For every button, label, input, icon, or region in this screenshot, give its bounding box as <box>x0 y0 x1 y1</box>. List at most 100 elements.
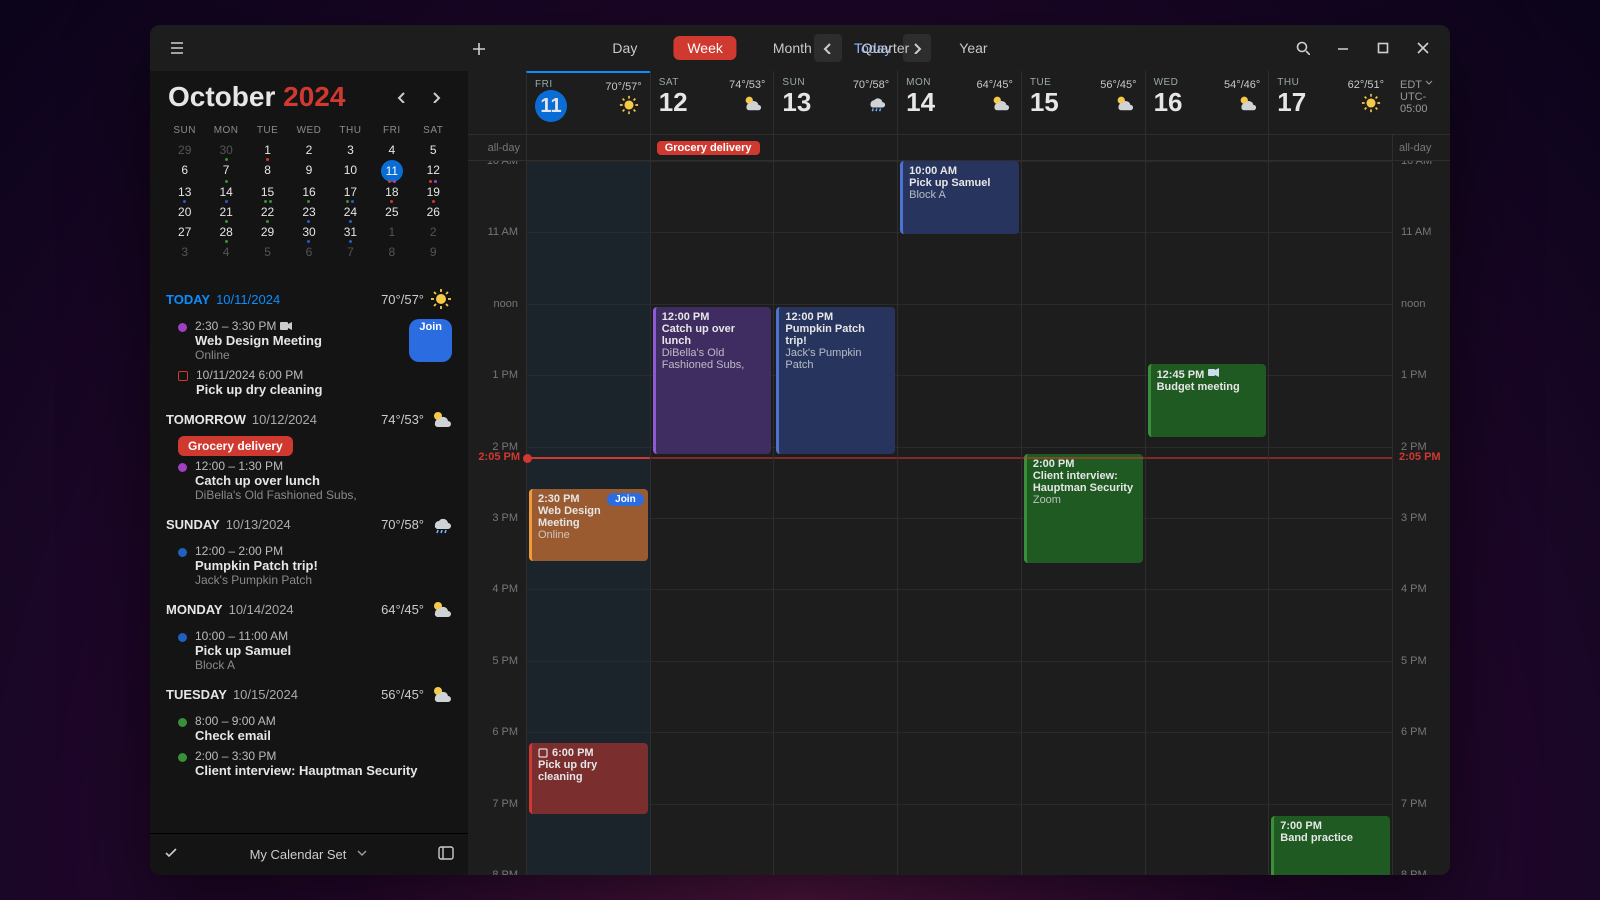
agenda-day-header: TODAY10/11/2024 70°/57° <box>166 288 452 310</box>
minical-day[interactable]: 7 <box>205 160 246 182</box>
day-column[interactable]: 12:45 PM Budget meeting <box>1145 161 1269 875</box>
minical-day[interactable]: 23 <box>288 202 329 222</box>
minical-day[interactable]: 8 <box>247 160 288 182</box>
minical-day[interactable]: 10 <box>330 160 371 182</box>
event-dot-icon <box>178 633 187 642</box>
search-button[interactable] <box>1284 30 1322 66</box>
minical-day[interactable]: 5 <box>247 242 288 262</box>
day-column[interactable]: 7:00 PM Band practice <box>1268 161 1392 875</box>
time-grid[interactable]: 10 AM11 AMnoon1 PM2 PM3 PM4 PM5 PM6 PM7 … <box>468 161 1450 875</box>
calendar-event[interactable]: 2:30 PM Join Web Design MeetingOnline <box>529 489 648 560</box>
agenda-item[interactable]: 10:00 – 11:00 AM Pick up SamuelBlock A <box>166 626 452 675</box>
calendar-event[interactable]: 12:00 PM Pumpkin Patch trip!Jack's Pumpk… <box>776 307 895 453</box>
minical-day[interactable]: 5 <box>413 140 454 160</box>
minical-day[interactable]: 19 <box>413 182 454 202</box>
minical-day[interactable]: 7 <box>330 242 371 262</box>
day-column[interactable]: 10:00 AM Pick up SamuelBlock A <box>897 161 1021 875</box>
day-header[interactable]: TUE 15 56°/45° <box>1021 71 1145 134</box>
mini-calendar[interactable]: SUNMONTUEWEDTHUFRISAT2930123456789101112… <box>150 119 468 274</box>
calendar-set-bar[interactable]: My Calendar Set <box>150 833 468 875</box>
day-column[interactable]: 12:00 PM Pumpkin Patch trip!Jack's Pumpk… <box>773 161 897 875</box>
menu-button[interactable] <box>158 30 196 66</box>
minical-day[interactable]: 6 <box>288 242 329 262</box>
minical-day[interactable]: 8 <box>371 242 412 262</box>
day-header[interactable]: SUN 13 70°/58° <box>773 71 897 134</box>
day-header[interactable]: FRI 11 70°/57° <box>526 71 650 134</box>
minical-day[interactable]: 4 <box>205 242 246 262</box>
view-year[interactable]: Year <box>945 36 1001 60</box>
minical-day[interactable]: 22 <box>247 202 288 222</box>
minical-day[interactable]: 18 <box>371 182 412 202</box>
agenda-item[interactable]: 2:30 – 3:30 PM Web Design MeetingOnlineJ… <box>166 316 452 365</box>
minimize-button[interactable] <box>1324 30 1362 66</box>
timezone-label[interactable]: EDT UTC-05:00 <box>1392 71 1450 134</box>
minical-day[interactable]: 28 <box>205 222 246 242</box>
task-checkbox-icon[interactable] <box>178 371 188 381</box>
calendar-event[interactable]: 6:00 PM Pick up dry cleaning <box>529 743 648 814</box>
agenda-item[interactable]: 2:00 – 3:30 PM Client interview: Hauptma… <box>166 746 452 781</box>
event-dot-icon <box>178 323 187 332</box>
calendar-event[interactable]: 12:45 PM Budget meeting <box>1148 364 1267 437</box>
minical-day[interactable]: 13 <box>164 182 205 202</box>
agenda-item[interactable]: 8:00 – 9:00 AM Check email <box>166 711 452 746</box>
join-button[interactable]: Join <box>409 319 452 362</box>
day-column[interactable]: 2:00 PM Client interview: Hauptman Secur… <box>1021 161 1145 875</box>
minical-day[interactable]: 14 <box>205 182 246 202</box>
view-day[interactable]: Day <box>598 36 651 60</box>
minical-day[interactable]: 4 <box>371 140 412 160</box>
maximize-button[interactable] <box>1364 30 1402 66</box>
minical-day[interactable]: 3 <box>330 140 371 160</box>
calendar-event[interactable]: 7:00 PM Band practice <box>1271 816 1390 875</box>
minical-day[interactable]: 11 <box>381 160 403 182</box>
now-indicator <box>1269 457 1392 459</box>
minical-day[interactable]: 16 <box>288 182 329 202</box>
minical-day[interactable]: 9 <box>288 160 329 182</box>
agenda-list[interactable]: TODAY10/11/2024 70°/57° 2:30 – 3:30 PM We… <box>150 274 468 833</box>
minical-day[interactable]: 12 <box>413 160 454 182</box>
minical-day[interactable]: 21 <box>205 202 246 222</box>
minical-day[interactable]: 1 <box>371 222 412 242</box>
minical-day[interactable]: 30 <box>288 222 329 242</box>
minical-day[interactable]: 3 <box>164 242 205 262</box>
minical-day[interactable]: 15 <box>247 182 288 202</box>
day-column[interactable]: 12:00 PM Catch up over lunchDiBella's Ol… <box>650 161 774 875</box>
calendar-event[interactable]: 10:00 AM Pick up SamuelBlock A <box>900 161 1019 234</box>
day-column[interactable]: 2:30 PM Join Web Design MeetingOnline 6:… <box>526 161 650 875</box>
close-button[interactable] <box>1404 30 1442 66</box>
view-month[interactable]: Month <box>759 36 826 60</box>
join-button[interactable]: Join <box>607 493 644 506</box>
agenda-item[interactable]: 12:00 – 2:00 PM Pumpkin Patch trip!Jack'… <box>166 541 452 590</box>
day-header[interactable]: MON 14 64°/45° <box>897 71 1021 134</box>
minical-day[interactable]: 30 <box>205 140 246 160</box>
prev-month-button[interactable] <box>388 83 416 111</box>
new-event-button[interactable] <box>460 30 496 66</box>
check-icon <box>164 846 178 863</box>
event-dot-icon <box>178 463 187 472</box>
minical-day[interactable]: 25 <box>371 202 412 222</box>
view-week[interactable]: Week <box>673 36 737 60</box>
day-header[interactable]: SAT 12 74°/53° <box>650 71 774 134</box>
minical-day[interactable]: 17 <box>330 182 371 202</box>
minical-day[interactable]: 2 <box>288 140 329 160</box>
view-quarter[interactable]: Quarter <box>848 36 923 60</box>
agenda-item[interactable]: 10/11/2024 6:00 PM Pick up dry cleaning <box>166 365 452 400</box>
minical-day[interactable]: 29 <box>164 140 205 160</box>
calendar-event[interactable]: 12:00 PM Catch up over lunchDiBella's Ol… <box>653 307 772 453</box>
day-header[interactable]: THU 17 62°/51° <box>1268 71 1392 134</box>
calendar-event[interactable]: 2:00 PM Client interview: Hauptman Secur… <box>1024 454 1143 563</box>
minical-day[interactable]: 31 <box>330 222 371 242</box>
all-day-chip[interactable]: Grocery delivery <box>178 436 293 456</box>
minical-day[interactable]: 24 <box>330 202 371 222</box>
agenda-item[interactable]: 12:00 – 1:30 PM Catch up over lunchDiBel… <box>166 456 452 505</box>
next-month-button[interactable] <box>422 83 450 111</box>
panel-toggle-icon[interactable] <box>438 846 454 863</box>
minical-day[interactable]: 6 <box>164 160 205 182</box>
minical-day[interactable]: 9 <box>413 242 454 262</box>
day-header[interactable]: WED 16 54°/46° <box>1145 71 1269 134</box>
minical-day[interactable]: 29 <box>247 222 288 242</box>
minical-day[interactable]: 20 <box>164 202 205 222</box>
minical-day[interactable]: 27 <box>164 222 205 242</box>
minical-day[interactable]: 26 <box>413 202 454 222</box>
minical-day[interactable]: 2 <box>413 222 454 242</box>
minical-day[interactable]: 1 <box>247 140 288 160</box>
